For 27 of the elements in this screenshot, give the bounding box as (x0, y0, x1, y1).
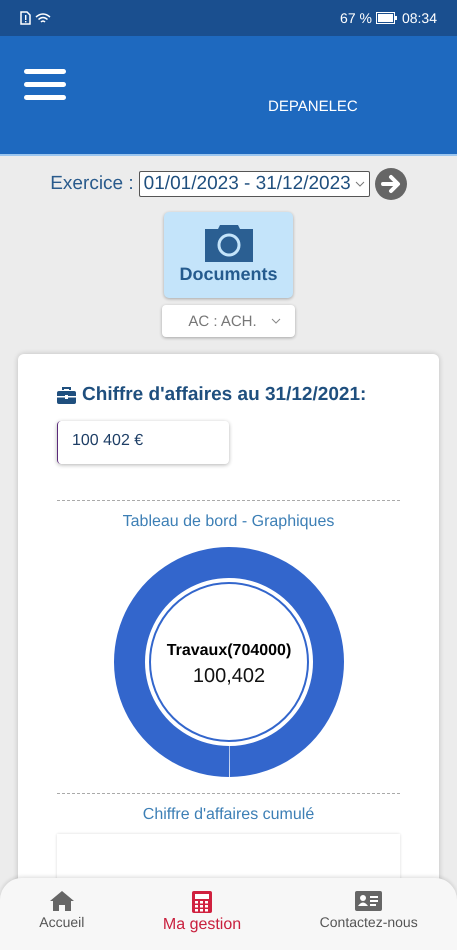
section-title: Chiffre d'affaires cumulé (142, 806, 316, 824)
exercise-label: Exercice : (50, 173, 134, 195)
calculator-icon (191, 890, 214, 914)
exercise-select[interactable]: 01/01/2023 - 31/12/2023 (138, 171, 370, 197)
donut-center-label: Travaux(704000) (166, 642, 291, 659)
section-title: Tableau de bord - Graphiques (122, 513, 336, 531)
sim-alert-icon (20, 11, 31, 25)
chevron-down-icon (354, 181, 365, 187)
home-icon (48, 890, 75, 912)
revenue-title: Chiffre d'affaires au 31/12/2021: (82, 384, 366, 406)
nav-tab[interactable]: Ma gestion (162, 890, 242, 934)
journal-select[interactable]: AC : ACH. (162, 305, 295, 337)
camera-icon (202, 222, 254, 262)
battery-icon (376, 12, 398, 24)
revenue-value: 100 402 € (57, 421, 229, 464)
nav-tab[interactable]: Accueil (39, 890, 84, 930)
nav-tab[interactable]: Contactez-nous (320, 890, 418, 930)
app-title: DEPANELEC (268, 98, 358, 115)
contact-card-icon (355, 890, 382, 912)
clock: 08:34 (402, 10, 437, 26)
wifi-icon (35, 12, 51, 24)
briefcase-icon (57, 386, 76, 404)
arrow-right-icon[interactable] (374, 168, 407, 200)
documents-button[interactable]: Documents (164, 212, 293, 298)
chevron-down-icon (270, 318, 281, 324)
battery-percent: 67 % (340, 10, 372, 26)
donut-center-value: 100,402 (192, 665, 265, 687)
